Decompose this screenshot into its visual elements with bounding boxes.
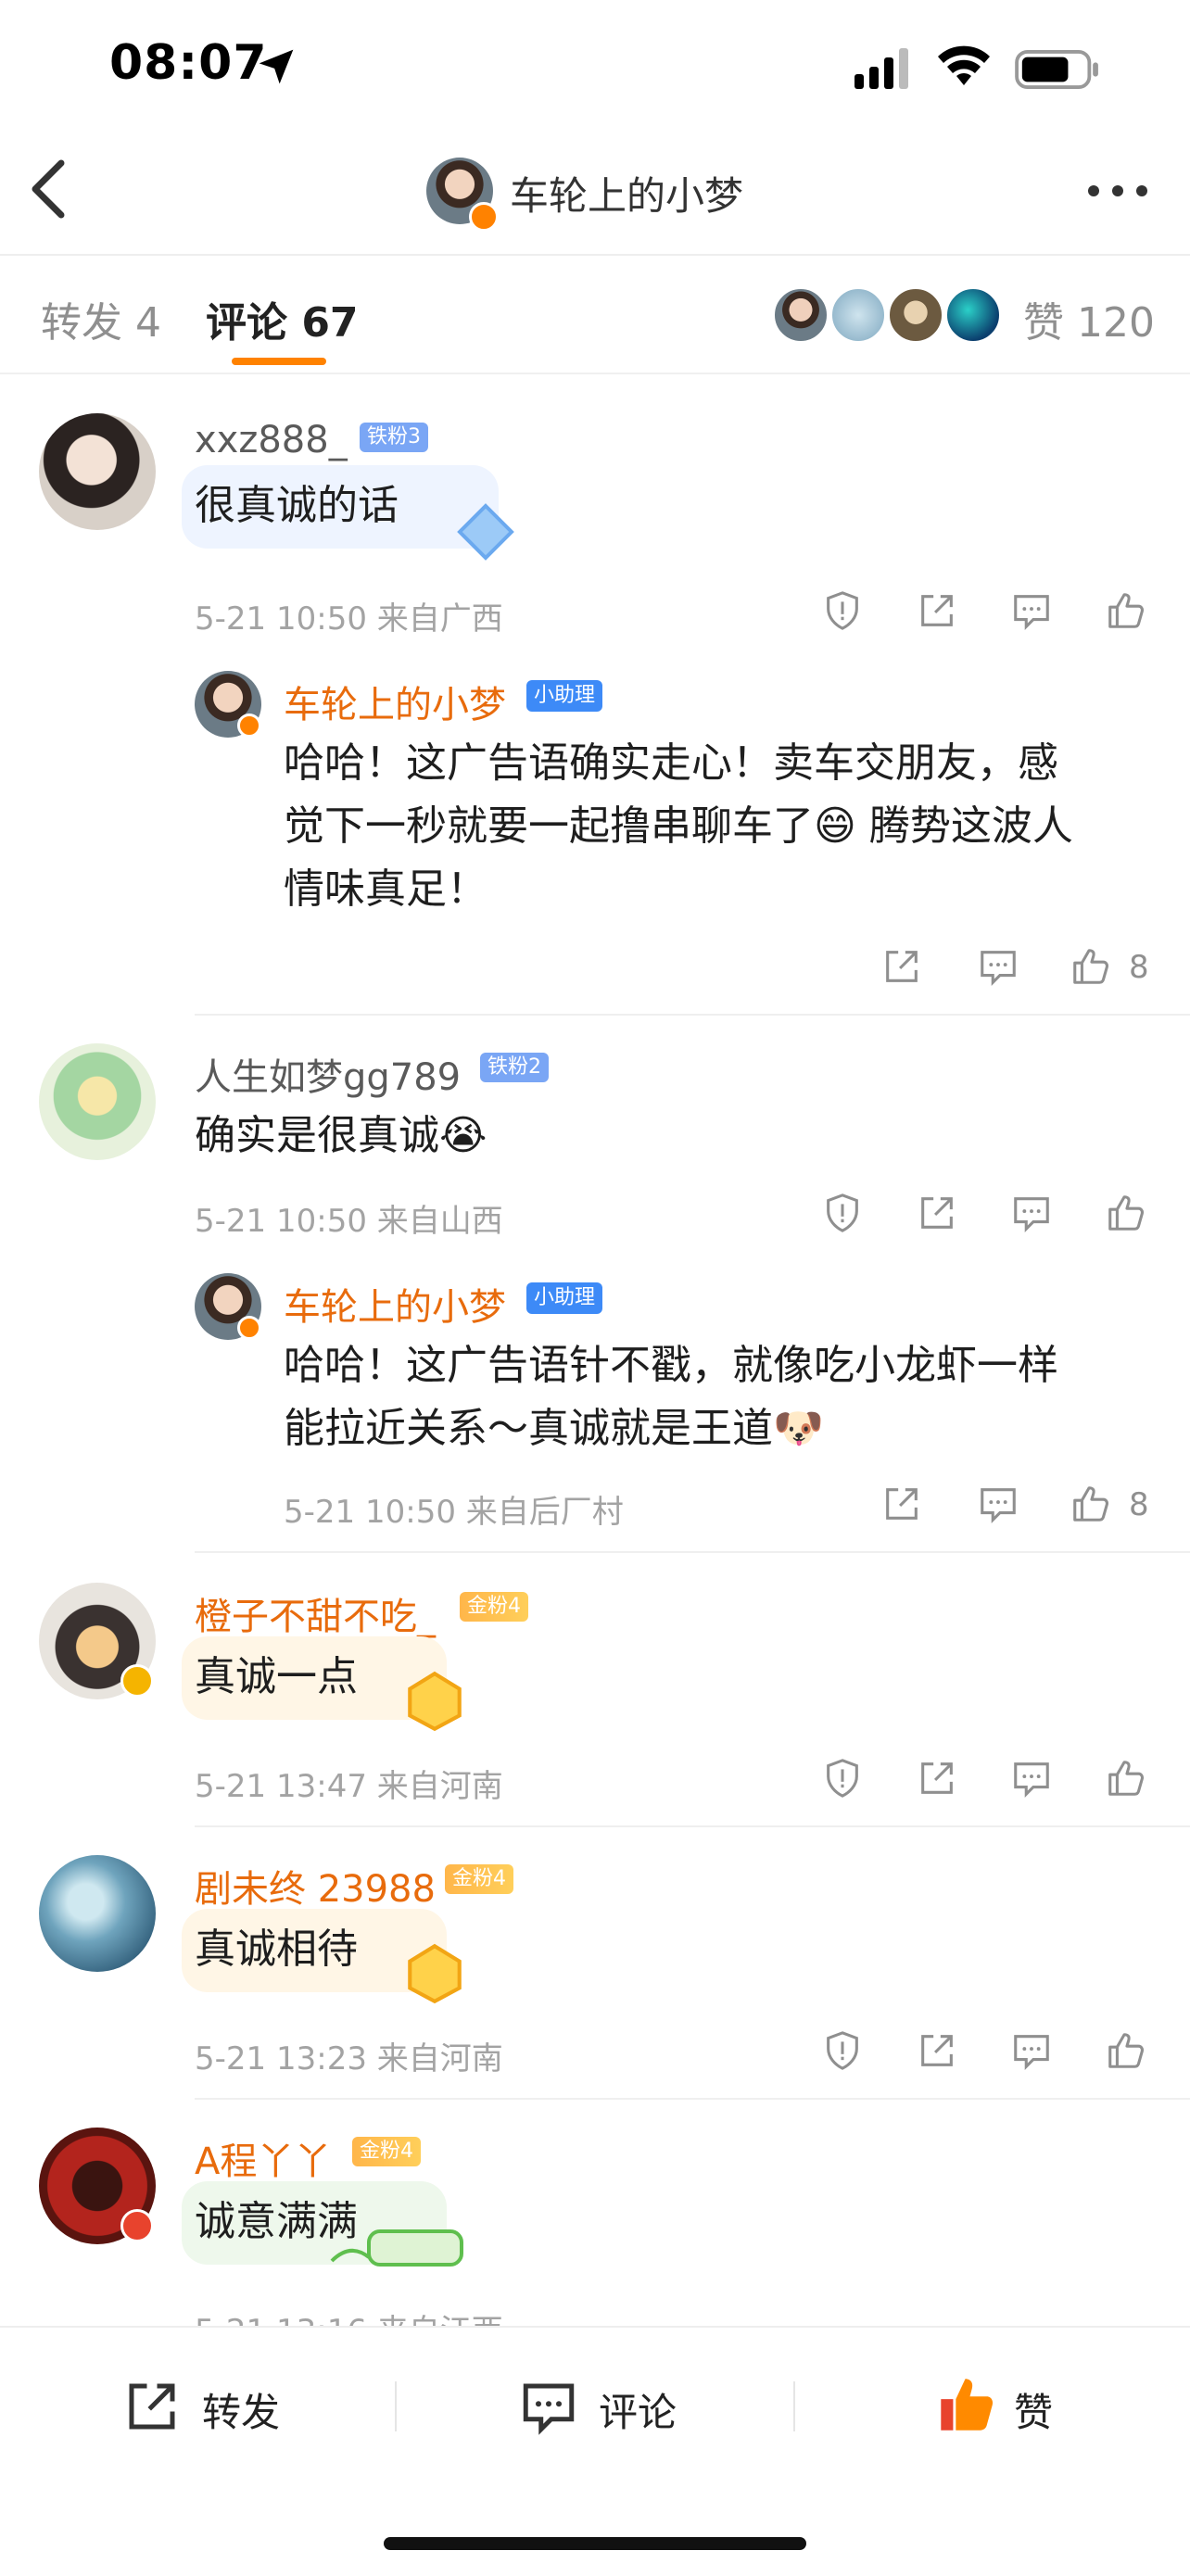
like-icon[interactable] bbox=[1105, 1192, 1147, 1234]
tab-comment[interactable]: 评论 67 bbox=[206, 289, 359, 348]
share-icon[interactable] bbox=[880, 945, 923, 988]
reply-text-line: 情味真足！ bbox=[284, 865, 487, 913]
comment-meta: 5-21 10:50 来自山西 bbox=[195, 1203, 503, 1240]
reply-username[interactable]: 车轮上的小梦 bbox=[284, 1277, 506, 1331]
like-icon[interactable] bbox=[1105, 1757, 1147, 1799]
verified-badge-icon bbox=[120, 1664, 154, 1698]
like-icon[interactable] bbox=[1105, 2029, 1147, 2072]
comment-icon[interactable] bbox=[1010, 589, 1053, 632]
comment-icon[interactable] bbox=[1010, 1192, 1053, 1234]
comment-avatar[interactable] bbox=[39, 1043, 156, 1160]
diamond-sticker-icon bbox=[457, 503, 514, 561]
tabs-divider bbox=[0, 373, 1190, 374]
comment-avatar[interactable] bbox=[39, 413, 156, 530]
status-time: 08:07 bbox=[109, 35, 268, 91]
liker-avatar[interactable] bbox=[888, 287, 943, 343]
comment-divider bbox=[195, 2098, 1190, 2100]
page-title[interactable]: 车轮上的小梦 bbox=[510, 165, 743, 221]
comment-avatar[interactable] bbox=[39, 1855, 156, 1972]
reply-text-line: 能拉近关系～真诚就是王道🐶 bbox=[284, 1405, 824, 1452]
comment-divider bbox=[195, 1014, 1190, 1016]
active-tab-indicator bbox=[232, 358, 326, 365]
gold-gem-sticker-icon bbox=[408, 1943, 462, 2004]
comment-username[interactable]: 剧未终 23988 bbox=[195, 1859, 436, 1913]
fan-badge: 铁粉3 bbox=[360, 423, 428, 452]
verified-badge-icon bbox=[237, 1316, 261, 1340]
liker-avatar[interactable] bbox=[773, 287, 829, 343]
comment-icon[interactable] bbox=[977, 945, 1019, 988]
like-button[interactable]: 赞 bbox=[1014, 2381, 1053, 2438]
reply-meta: 5-21 10:50 来自后厂村 bbox=[284, 1494, 624, 1531]
like-icon[interactable] bbox=[1070, 945, 1112, 988]
comment-username[interactable]: A程丫丫 bbox=[195, 2131, 331, 2185]
wifi-icon bbox=[938, 45, 990, 85]
gold-gem-sticker-icon bbox=[408, 1671, 462, 1732]
home-indicator bbox=[384, 2537, 806, 2550]
comment-meta-clip: 5-21 13:16 来自江西 bbox=[0, 2298, 1190, 2326]
comment-text: 真诚相待 bbox=[195, 1926, 358, 1973]
comment-username[interactable]: 橙子不甜不吃_ bbox=[195, 1586, 436, 1640]
like-total[interactable]: 赞 120 bbox=[1023, 289, 1155, 348]
share-icon[interactable] bbox=[916, 2029, 958, 2072]
fan-badge: 金粉4 bbox=[352, 2137, 421, 2166]
reply-text-line: 觉下一秒就要一起撸串聊车了😄 腾势这波人 bbox=[284, 802, 1073, 850]
fan-badge: 金粉4 bbox=[460, 1592, 528, 1622]
liker-avatar[interactable] bbox=[945, 287, 1001, 343]
verified-badge-icon bbox=[120, 2209, 154, 2242]
comment-icon[interactable] bbox=[977, 1483, 1019, 1525]
reply-like-count: 8 bbox=[1129, 1486, 1149, 1523]
comment-icon[interactable] bbox=[1010, 2029, 1053, 2072]
comment-username[interactable]: 人生如梦gg789 bbox=[195, 1047, 461, 1101]
comment-meta: 5-21 13:23 来自河南 bbox=[195, 2040, 503, 2077]
verified-badge-icon bbox=[237, 713, 261, 738]
reply-like-count: 8 bbox=[1129, 949, 1149, 986]
like-icon[interactable] bbox=[1105, 589, 1147, 632]
comment-icon[interactable] bbox=[1010, 1757, 1053, 1799]
like-filled-icon[interactable] bbox=[934, 2372, 999, 2437]
battery-icon bbox=[1015, 50, 1098, 89]
comment-meta: 5-21 10:50 来自广西 bbox=[195, 600, 503, 638]
report-icon[interactable] bbox=[821, 2029, 864, 2072]
bottom-bar-separator bbox=[793, 2381, 795, 2431]
repost-button[interactable]: 转发 bbox=[202, 2381, 280, 2438]
liker-avatar[interactable] bbox=[830, 287, 886, 343]
share-icon[interactable] bbox=[916, 1192, 958, 1234]
tab-repost[interactable]: 转发 4 bbox=[41, 289, 161, 348]
comment-text: 真诚一点 bbox=[195, 1653, 358, 1700]
comment-bubble-icon[interactable] bbox=[517, 2376, 580, 2437]
repost-icon[interactable] bbox=[120, 2376, 184, 2437]
comment-text: 诚意满满 bbox=[195, 2198, 358, 2245]
location-arrow-icon bbox=[259, 49, 294, 84]
report-icon[interactable] bbox=[821, 1192, 864, 1234]
more-dots-icon[interactable] bbox=[1086, 182, 1149, 200]
comment-text: 确实是很真诚😭 bbox=[195, 1112, 487, 1159]
fan-badge: 金粉4 bbox=[445, 1864, 513, 1894]
header-divider bbox=[0, 254, 1190, 256]
ai-assistant-badge: 小助理 bbox=[526, 1282, 603, 1314]
cellular-signal-icon bbox=[855, 48, 908, 89]
share-icon[interactable] bbox=[916, 1757, 958, 1799]
verified-badge-icon bbox=[469, 202, 499, 232]
fan-badge: 铁粉2 bbox=[480, 1053, 549, 1082]
reply-text-line: 哈哈！这广告语针不戳，就像吃小龙虾一样 bbox=[284, 1342, 1058, 1389]
report-icon[interactable] bbox=[821, 589, 864, 632]
reply-text-line: 哈哈！这广告语确实走心！卖车交朋友，感 bbox=[284, 739, 1058, 787]
reply-username[interactable]: 车轮上的小梦 bbox=[284, 675, 506, 728]
ai-assistant-badge: 小助理 bbox=[526, 680, 603, 712]
comment-meta: 5-21 13:47 来自河南 bbox=[195, 1768, 503, 1805]
back-chevron-icon[interactable] bbox=[28, 159, 69, 219]
comment-username[interactable]: xxz888_ bbox=[195, 419, 348, 461]
share-icon[interactable] bbox=[880, 1483, 923, 1525]
comment-divider bbox=[195, 1551, 1190, 1553]
like-icon[interactable] bbox=[1070, 1483, 1112, 1525]
comment-text: 很真诚的话 bbox=[195, 482, 399, 529]
report-icon[interactable] bbox=[821, 1757, 864, 1799]
comment-meta: 5-21 13:16 来自江西 bbox=[195, 2305, 503, 2326]
bottom-bar-separator bbox=[395, 2381, 397, 2431]
comment-button[interactable]: 评论 bbox=[599, 2381, 677, 2438]
comment-divider bbox=[195, 1825, 1190, 1827]
share-icon[interactable] bbox=[916, 589, 958, 632]
